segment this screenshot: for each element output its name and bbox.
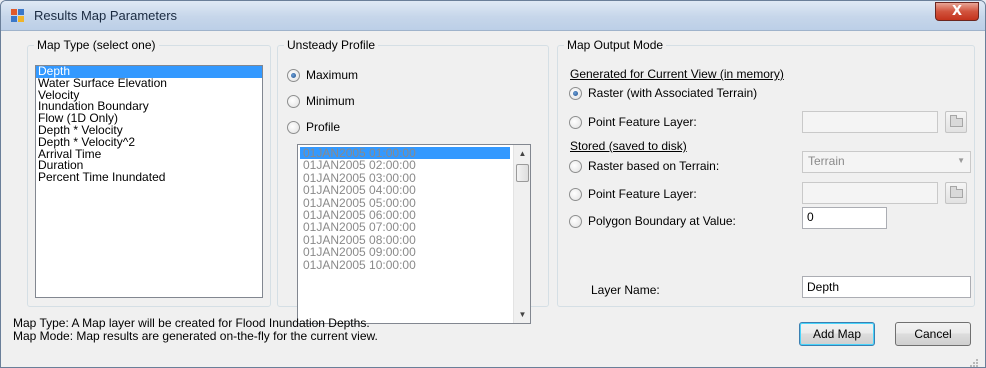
raster-associated-terrain-label: Raster (with Associated Terrain) xyxy=(588,86,758,100)
profile-radio-button[interactable] xyxy=(287,120,300,134)
polygon-boundary-value-field[interactable]: 0 xyxy=(802,207,887,229)
stored-point-feature-layer-field[interactable] xyxy=(802,182,938,204)
open-folder-icon xyxy=(950,115,963,127)
profile-item[interactable]: 01JAN2005 02:00:00 xyxy=(300,159,510,172)
profile-item[interactable]: 01JAN2005 09:00:00 xyxy=(300,246,510,259)
profile-radio[interactable]: Profile xyxy=(287,119,340,135)
results-map-parameters-window: Results Map Parameters X Map Type (selec… xyxy=(0,0,986,368)
map-window-icon xyxy=(11,9,27,23)
stored-point-feature-layer-radio-button[interactable] xyxy=(569,187,582,201)
close-button[interactable]: X xyxy=(935,2,979,21)
profile-radio-label: Profile xyxy=(306,120,341,134)
scroll-down-icon[interactable]: ▼ xyxy=(514,306,531,323)
raster-based-on-terrain-label: Raster based on Terrain: xyxy=(588,159,720,173)
open-folder-icon xyxy=(950,186,963,198)
profile-item[interactable]: 01JAN2005 04:00:00 xyxy=(300,184,510,197)
stored-point-feature-layer-radio[interactable]: Point Feature Layer: xyxy=(569,186,697,202)
raster-based-on-terrain-radio-button[interactable] xyxy=(569,159,582,173)
minimum-radio-button[interactable] xyxy=(287,94,300,108)
chevron-down-icon: ▼ xyxy=(957,156,965,165)
stored-point-feature-layer-label: Point Feature Layer: xyxy=(588,187,697,201)
layer-name-label: Layer Name: xyxy=(591,283,660,297)
resize-grip-icon[interactable] xyxy=(968,357,978,367)
map-type-list[interactable]: Depth Water Surface Elevation Velocity I… xyxy=(35,65,263,298)
window-title: Results Map Parameters xyxy=(34,8,178,23)
map-type-item-percent-time-inundated[interactable]: Percent Time Inundated xyxy=(36,171,262,184)
raster-based-on-terrain-radio[interactable]: Raster based on Terrain: xyxy=(569,158,719,174)
minimum-radio[interactable]: Minimum xyxy=(287,93,355,109)
scroll-thumb[interactable] xyxy=(516,164,529,182)
maximum-radio-label: Maximum xyxy=(306,68,359,82)
map-output-mode-group-title: Map Output Mode xyxy=(564,38,667,52)
profile-time-list[interactable]: 01JAN2005 01:00:00 01JAN2005 02:00:00 01… xyxy=(297,144,531,324)
minimum-radio-label: Minimum xyxy=(306,94,355,108)
cancel-button[interactable]: Cancel xyxy=(895,322,971,346)
scroll-up-icon[interactable]: ▲ xyxy=(514,145,531,162)
layer-name-field[interactable]: Depth xyxy=(802,276,971,298)
raster-associated-terrain-radio-button[interactable] xyxy=(569,86,582,100)
map-type-group-title: Map Type (select one) xyxy=(34,38,159,52)
status-line-map-mode: Map Mode: Map results are generated on-t… xyxy=(13,329,378,343)
point-feature-layer-radio[interactable]: Point Feature Layer: xyxy=(569,114,697,130)
add-map-button[interactable]: Add Map xyxy=(799,322,875,346)
unsteady-profile-group-title: Unsteady Profile xyxy=(284,38,379,52)
polygon-boundary-radio[interactable]: Polygon Boundary at Value: xyxy=(569,213,736,229)
dialog-content: Map Type (select one) Depth Water Surfac… xyxy=(7,32,979,367)
status-text: Map Type: A Map layer will be created fo… xyxy=(13,317,378,343)
raster-associated-terrain-radio[interactable]: Raster (with Associated Terrain) xyxy=(569,85,757,101)
profile-item[interactable]: 01JAN2005 10:00:00 xyxy=(300,258,510,271)
point-feature-layer-radio-button[interactable] xyxy=(569,115,582,129)
title-bar: Results Map Parameters X xyxy=(1,1,985,31)
point-feature-layer-field[interactable] xyxy=(802,111,938,133)
profile-item[interactable]: 01JAN2005 07:00:00 xyxy=(300,221,510,234)
maximum-radio[interactable]: Maximum xyxy=(287,67,358,83)
profile-list-scrollbar[interactable]: ▲ ▼ xyxy=(513,145,530,323)
polygon-boundary-radio-button[interactable] xyxy=(569,214,582,228)
point-feature-layer-browse-button[interactable] xyxy=(945,111,967,133)
maximum-radio-button[interactable] xyxy=(287,68,300,82)
close-icon: X xyxy=(951,4,963,19)
point-feature-layer-label: Point Feature Layer: xyxy=(588,115,697,129)
polygon-boundary-label: Polygon Boundary at Value: xyxy=(588,214,736,228)
terrain-select[interactable]: Terrain ▼ xyxy=(802,151,971,173)
current-view-heading: Generated for Current View (in memory) xyxy=(570,67,784,81)
terrain-select-value: Terrain xyxy=(808,154,845,168)
stored-point-feature-layer-browse-button[interactable] xyxy=(945,182,967,204)
stored-heading: Stored (saved to disk) xyxy=(570,139,687,153)
